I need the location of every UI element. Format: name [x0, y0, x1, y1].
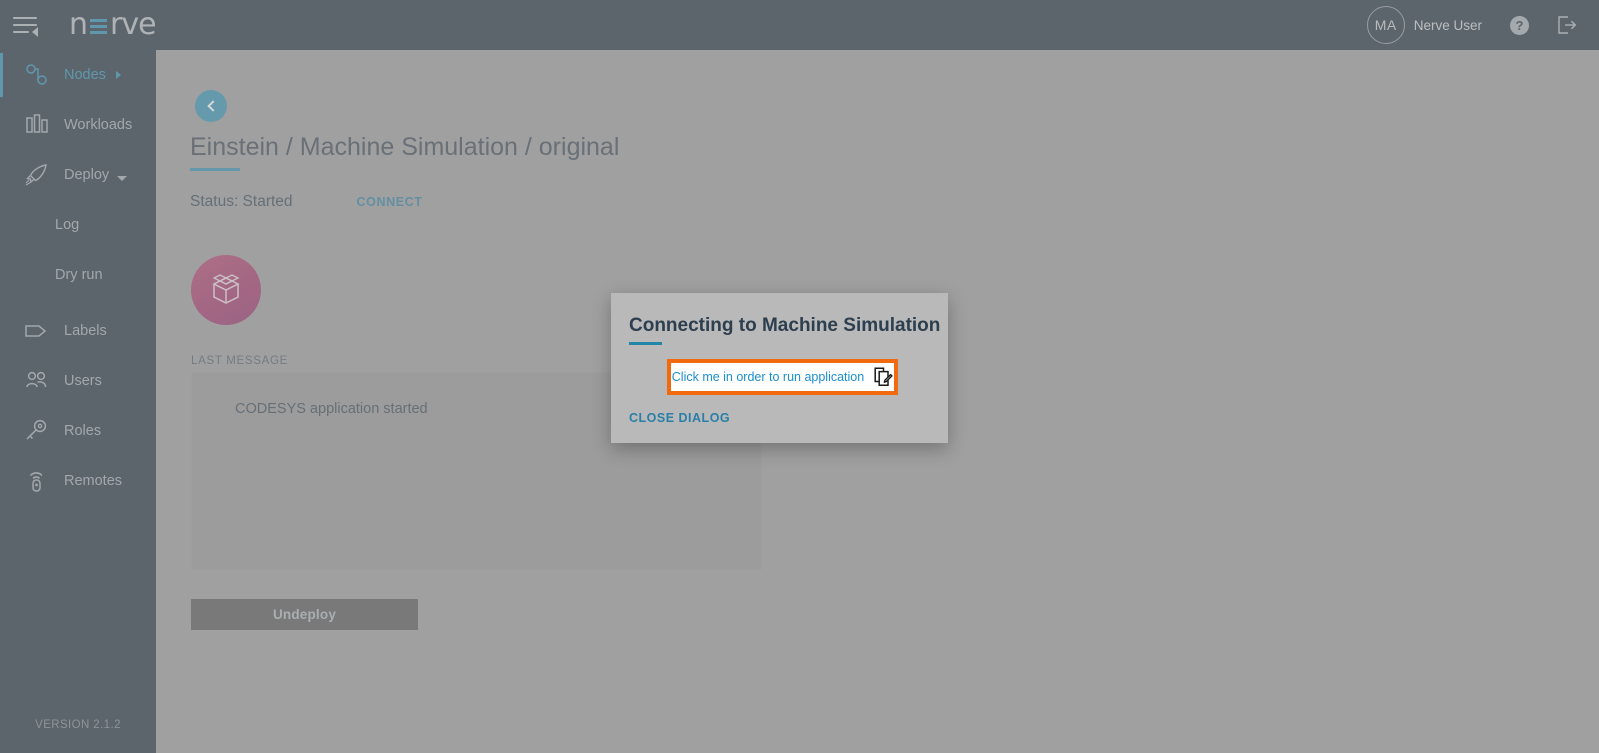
run-application-link-highlight[interactable]: Click me in order to run application	[667, 359, 898, 395]
connecting-dialog: Connecting to Machine Simulation Click m…	[611, 293, 948, 443]
dialog-title: Connecting to Machine Simulation	[629, 315, 941, 336]
close-dialog-button[interactable]: CLOSE DIALOG	[629, 411, 730, 425]
copy-edit-icon[interactable]	[874, 367, 893, 387]
run-application-link[interactable]: Click me in order to run application	[672, 370, 864, 384]
app-root: n rve MA Nerve User ? Nodes Workloads De…	[0, 0, 1599, 753]
dialog-title-underline	[629, 342, 662, 345]
